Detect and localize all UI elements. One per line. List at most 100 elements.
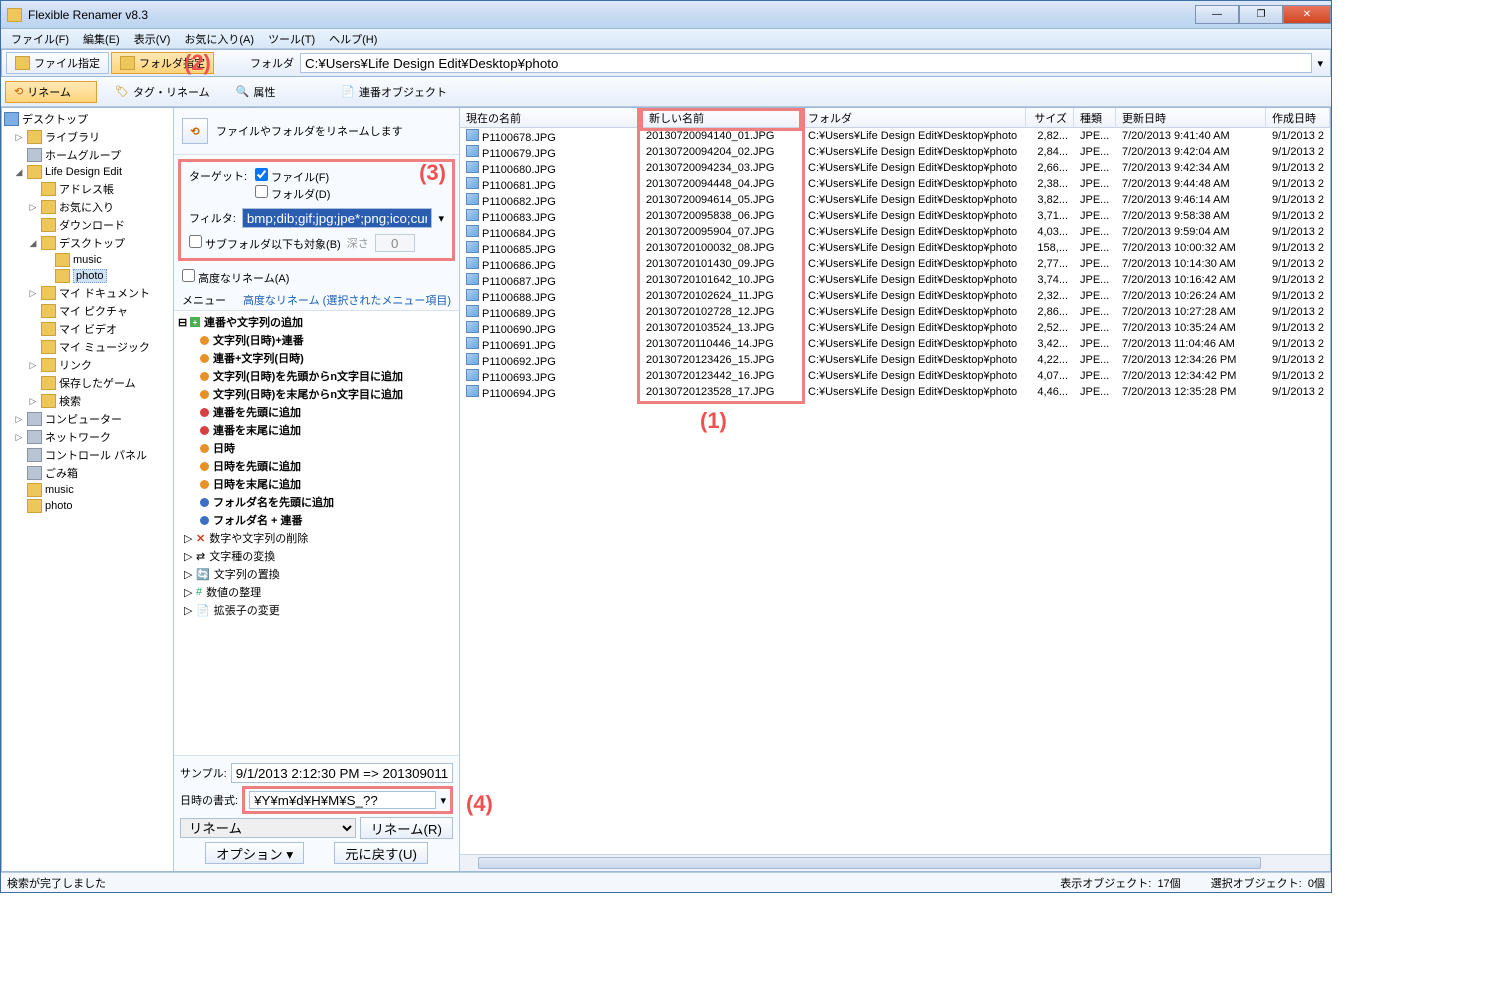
file-row[interactable]: P1100685.JPG20130720100032_08.JPGC:¥User…: [460, 240, 1330, 256]
folder-icon: [120, 56, 135, 70]
jpg-file-icon: [466, 353, 479, 365]
maximize-button[interactable]: ❐: [1239, 5, 1283, 24]
selected-count: 0個: [1308, 878, 1325, 890]
attr-icon: 🔍: [236, 85, 250, 98]
jpg-file-icon: [466, 273, 479, 285]
tag-icon: 🏷: [115, 85, 129, 98]
folder-tree[interactable]: デスクトップ ▷ライブラリ ホームグループ ◢Life Design Edit …: [2, 108, 174, 871]
network-icon: [27, 430, 42, 444]
file-row[interactable]: P1100691.JPG20130720110446_14.JPGC:¥User…: [460, 336, 1330, 352]
format-dropdown-icon[interactable]: ▾: [440, 794, 446, 807]
menu-view[interactable]: 表示(V): [128, 29, 177, 49]
target-folder-check[interactable]: フォルダ(D): [255, 189, 330, 201]
jpg-file-icon: [466, 337, 479, 349]
target-file-check[interactable]: ファイル(F): [255, 172, 329, 184]
file-row[interactable]: P1100690.JPG20130720103524_13.JPGC:¥User…: [460, 320, 1330, 336]
advanced-rename-link[interactable]: 高度なリネーム (選択されたメニュー項目): [243, 292, 451, 308]
option-button[interactable]: オプション ▾: [205, 842, 304, 864]
rename-mode-select[interactable]: リネーム: [180, 818, 356, 838]
rename-button[interactable]: リネーム(R): [360, 817, 453, 839]
file-row[interactable]: P1100682.JPG20130720094614_05.JPGC:¥User…: [460, 192, 1330, 208]
window-title: Flexible Renamer v8.3: [28, 8, 1195, 22]
control-icon: [27, 448, 42, 462]
jpg-file-icon: [466, 161, 479, 173]
menu-label: メニュー: [182, 292, 226, 308]
filter-dropdown-icon[interactable]: ▾: [438, 212, 444, 225]
file-row[interactable]: P1100683.JPG20130720095838_06.JPGC:¥User…: [460, 208, 1330, 224]
replace-icon: 🔄: [196, 568, 210, 581]
file-row[interactable]: P1100688.JPG20130720102624_11.JPGC:¥User…: [460, 288, 1330, 304]
file-list[interactable]: P1100678.JPG20130720094140_01.JPGC:¥User…: [460, 128, 1330, 854]
titlebar[interactable]: Flexible Renamer v8.3 ― ❐ ✕: [1, 1, 1331, 29]
minimize-button[interactable]: ―: [1195, 5, 1239, 24]
col-update[interactable]: 更新日時: [1116, 108, 1266, 128]
rename-options-pane: ⟲ ファイルやフォルダをリネームします (3) ターゲット: ファイル(F) フ…: [174, 108, 460, 871]
main-area: デスクトップ ▷ライブラリ ホームグループ ◢Life Design Edit …: [1, 107, 1331, 872]
attr-tab[interactable]: 🔍属性: [228, 81, 284, 103]
undo-button[interactable]: 元に戻す(U): [334, 842, 428, 864]
menu-tool[interactable]: ツール(T): [262, 29, 321, 49]
sample-output: [231, 763, 453, 783]
file-row[interactable]: P1100686.JPG20130720101430_09.JPGC:¥User…: [460, 256, 1330, 272]
jpg-file-icon: [466, 225, 479, 237]
file-row[interactable]: P1100684.JPG20130720095904_07.JPGC:¥User…: [460, 224, 1330, 240]
subfolder-check[interactable]: サブフォルダ以下も対象(B): [189, 235, 341, 252]
selected-count-label: 選択オブジェクト:: [1211, 878, 1302, 890]
file-row[interactable]: P1100679.JPG20130720094204_02.JPGC:¥User…: [460, 144, 1330, 160]
tag-rename-tab[interactable]: 🏷タグ・リネーム: [107, 81, 218, 103]
file-row[interactable]: P1100687.JPG20130720101642_10.JPGC:¥User…: [460, 272, 1330, 288]
col-size[interactable]: サイズ: [1026, 108, 1074, 128]
file-spec-button[interactable]: ファイル指定: [6, 52, 109, 74]
col-folder[interactable]: フォルダ: [802, 108, 1026, 128]
homegroup-icon: [27, 148, 42, 162]
toolbar-modes: ⟲リネーム 🏷タグ・リネーム 🔍属性 📄連番オブジェクト: [1, 77, 1331, 107]
depth-label: 深さ: [347, 235, 369, 251]
selected-folder[interactable]: photo: [73, 269, 107, 283]
recycle-icon: [27, 466, 42, 480]
jpg-file-icon: [466, 385, 479, 397]
library-icon: [27, 130, 42, 144]
file-row[interactable]: P1100680.JPG20130720094234_03.JPGC:¥User…: [460, 160, 1330, 176]
advanced-check[interactable]: 高度なリネーム(A): [182, 269, 289, 286]
file-row[interactable]: P1100693.JPG20130720123442_16.JPGC:¥User…: [460, 368, 1330, 384]
path-input[interactable]: [300, 53, 1312, 73]
jpg-file-icon: [466, 193, 479, 205]
close-button[interactable]: ✕: [1283, 5, 1331, 24]
toolbar-path: ファイル指定 フォルダ指定 (2) フォルダ ▾: [1, 49, 1331, 77]
list-header[interactable]: 現在の名前 新しい名前 フォルダ サイズ 種類 更新日時 作成日時: [460, 108, 1330, 128]
col-create[interactable]: 作成日時: [1266, 108, 1330, 128]
menu-file[interactable]: ファイル(F): [5, 29, 75, 49]
file-row[interactable]: P1100689.JPG20130720102728_12.JPGC:¥User…: [460, 304, 1330, 320]
path-dropdown-icon[interactable]: ▾: [1317, 57, 1323, 70]
menu-fav[interactable]: お気に入り(A): [178, 29, 260, 49]
jpg-file-icon: [466, 321, 479, 333]
computer-icon: [27, 412, 42, 426]
depth-input[interactable]: [375, 234, 415, 252]
file-row[interactable]: P1100692.JPG20130720123426_15.JPGC:¥User…: [460, 352, 1330, 368]
pane-desc: ファイルやフォルダをリネームします: [216, 123, 403, 139]
desktop-icon: [4, 112, 19, 126]
format-input[interactable]: [249, 791, 436, 809]
number-icon: #: [196, 586, 202, 598]
file-row[interactable]: P1100681.JPG20130720094448_04.JPGC:¥User…: [460, 176, 1330, 192]
h-scrollbar[interactable]: [460, 854, 1330, 871]
menubar: ファイル(F) 編集(E) 表示(V) お気に入り(A) ツール(T) ヘルプ(…: [1, 29, 1331, 49]
rule-tree[interactable]: ⊟+連番や文字列の追加 文字列(日時)+連番 連番+文字列(日時) 文字列(日時…: [174, 310, 459, 755]
filter-input[interactable]: [242, 208, 433, 228]
menu-help[interactable]: ヘルプ(H): [323, 29, 383, 49]
ext-icon: 📄: [196, 604, 210, 617]
jpg-file-icon: [466, 129, 479, 141]
col-current-name[interactable]: 現在の名前: [460, 108, 640, 128]
jpg-file-icon: [466, 145, 479, 157]
app-icon: [7, 8, 22, 22]
file-row[interactable]: P1100678.JPG20130720094140_01.JPGC:¥User…: [460, 128, 1330, 144]
col-type[interactable]: 種類: [1074, 108, 1116, 128]
file-row[interactable]: P1100694.JPG20130720123528_17.JPGC:¥User…: [460, 384, 1330, 400]
folder-spec-button[interactable]: フォルダ指定: [111, 52, 214, 74]
seq-obj-tab[interactable]: 📄連番オブジェクト: [333, 81, 455, 103]
jpg-file-icon: [466, 177, 479, 189]
menu-edit[interactable]: 編集(E): [77, 29, 126, 49]
refresh-icon[interactable]: ⟲: [182, 118, 208, 144]
target-label: ターゲット:: [189, 168, 247, 184]
rename-tab[interactable]: ⟲リネーム: [5, 81, 97, 103]
